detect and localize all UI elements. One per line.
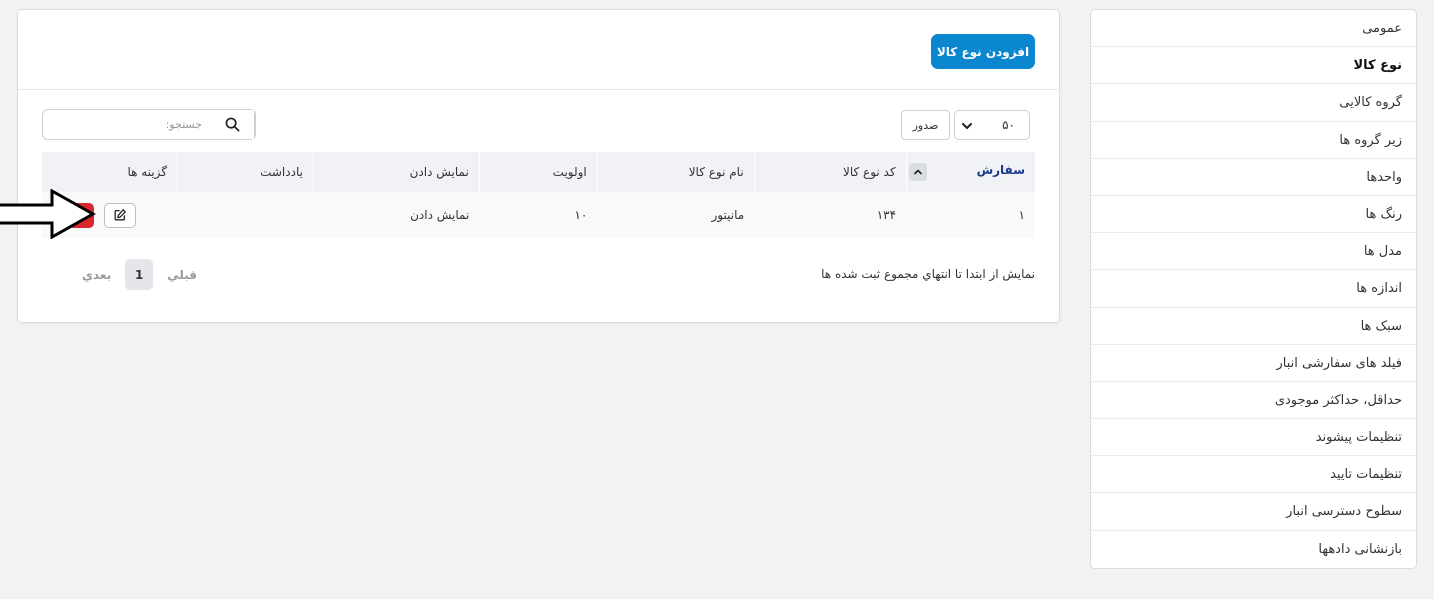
sidebar-item-min-max-stock[interactable]: حداقل، حداکثر موجودی bbox=[1091, 382, 1416, 420]
sidebar-item-reset-data[interactable]: بازنشانی دادهها bbox=[1091, 531, 1416, 568]
edit-button[interactable] bbox=[103, 202, 136, 228]
sidebar-item-units[interactable]: واحدها bbox=[1091, 159, 1416, 196]
sidebar-item-general[interactable]: عمومی bbox=[1091, 10, 1416, 48]
column-header-priority[interactable]: اولویت bbox=[478, 152, 598, 192]
sidebar-item-prefix-settings[interactable]: تنظیمات پیشوند bbox=[1091, 419, 1416, 457]
sidebar-item-product-type[interactable]: نوع کالا bbox=[1091, 47, 1416, 85]
chevron-up-icon bbox=[913, 169, 922, 175]
chevron-down-icon bbox=[962, 123, 972, 129]
column-header-label: سفارش bbox=[976, 163, 1025, 177]
table-header-row: سفارش کد نوع کالا نام نوع کالا اولویت نم… bbox=[40, 152, 1035, 192]
table-info-text: نمایش از ابتدا تا انتهاي مجموع ثبت شده ه… bbox=[821, 267, 1035, 281]
sidebar-item-subgroups[interactable]: زیر گروه ها bbox=[1091, 122, 1416, 159]
sidebar-item-product-group[interactable]: گروه کالایی bbox=[1091, 84, 1416, 122]
column-header-name[interactable]: نام نوع کالا bbox=[596, 152, 755, 192]
search-input[interactable] bbox=[43, 110, 210, 139]
column-header-order[interactable]: سفارش bbox=[905, 152, 1035, 192]
cell-priority: ۱۰ bbox=[479, 192, 598, 238]
pagination-next[interactable]: بعدي bbox=[68, 268, 125, 282]
page-size-value: ۵۰ bbox=[1002, 118, 1015, 132]
search-box bbox=[42, 109, 256, 140]
settings-sidebar: عمومی نوع کالا گروه کالایی زیر گروه ها و… bbox=[1090, 9, 1417, 569]
search-icon bbox=[225, 117, 239, 132]
table-row: ۱ ۱۳۴ مانیتور ۱۰ نمایش دادن bbox=[41, 192, 1035, 238]
cell-order: ۱ bbox=[906, 192, 1035, 238]
sidebar-item-access-levels[interactable]: سطوح دسترسی انبار bbox=[1091, 493, 1416, 531]
sort-toggle[interactable] bbox=[908, 163, 927, 181]
export-button[interactable]: صدور bbox=[901, 110, 950, 140]
sidebar-item-sizes[interactable]: اندازه ها bbox=[1091, 270, 1416, 308]
cell-display: نمایش دادن bbox=[313, 192, 480, 238]
sidebar-item-approval-settings[interactable]: تنظیمات تایید bbox=[1091, 456, 1416, 494]
page-size-select[interactable]: ۵۰ bbox=[954, 110, 1030, 140]
sidebar-item-colors[interactable]: رنگ ها bbox=[1091, 196, 1416, 234]
product-type-card: افزودن نوع کالا ۵۰ صدور سفارش bbox=[17, 9, 1060, 323]
cell-name: مانیتور bbox=[597, 192, 755, 238]
sidebar-item-models[interactable]: مدل ها bbox=[1091, 233, 1416, 271]
column-header-code[interactable]: کد نوع کالا bbox=[753, 152, 907, 192]
sidebar-item-styles[interactable]: سبک ها bbox=[1091, 308, 1416, 345]
search-button[interactable] bbox=[210, 110, 255, 139]
column-header-display[interactable]: نمایش دادن bbox=[312, 152, 480, 192]
edit-icon bbox=[114, 209, 126, 221]
card-header: افزودن نوع کالا bbox=[18, 10, 1059, 90]
column-header-options: گزینه ها bbox=[40, 152, 178, 192]
arrow-right-icon bbox=[0, 189, 96, 239]
pagination-page-current[interactable]: 1 bbox=[125, 259, 154, 290]
product-type-table: سفارش کد نوع کالا نام نوع کالا اولویت نم… bbox=[40, 152, 1035, 238]
pagination: قبلي 1 بعدي bbox=[68, 259, 211, 290]
column-header-note[interactable]: یادداشت bbox=[177, 152, 314, 192]
sidebar-item-custom-fields[interactable]: فیلد های سفارشی انبار bbox=[1091, 345, 1416, 382]
cell-note bbox=[177, 192, 314, 238]
add-product-type-button[interactable]: افزودن نوع کالا bbox=[931, 34, 1035, 69]
cell-code: ۱۳۴ bbox=[754, 192, 907, 238]
pagination-previous[interactable]: قبلي bbox=[153, 268, 211, 282]
